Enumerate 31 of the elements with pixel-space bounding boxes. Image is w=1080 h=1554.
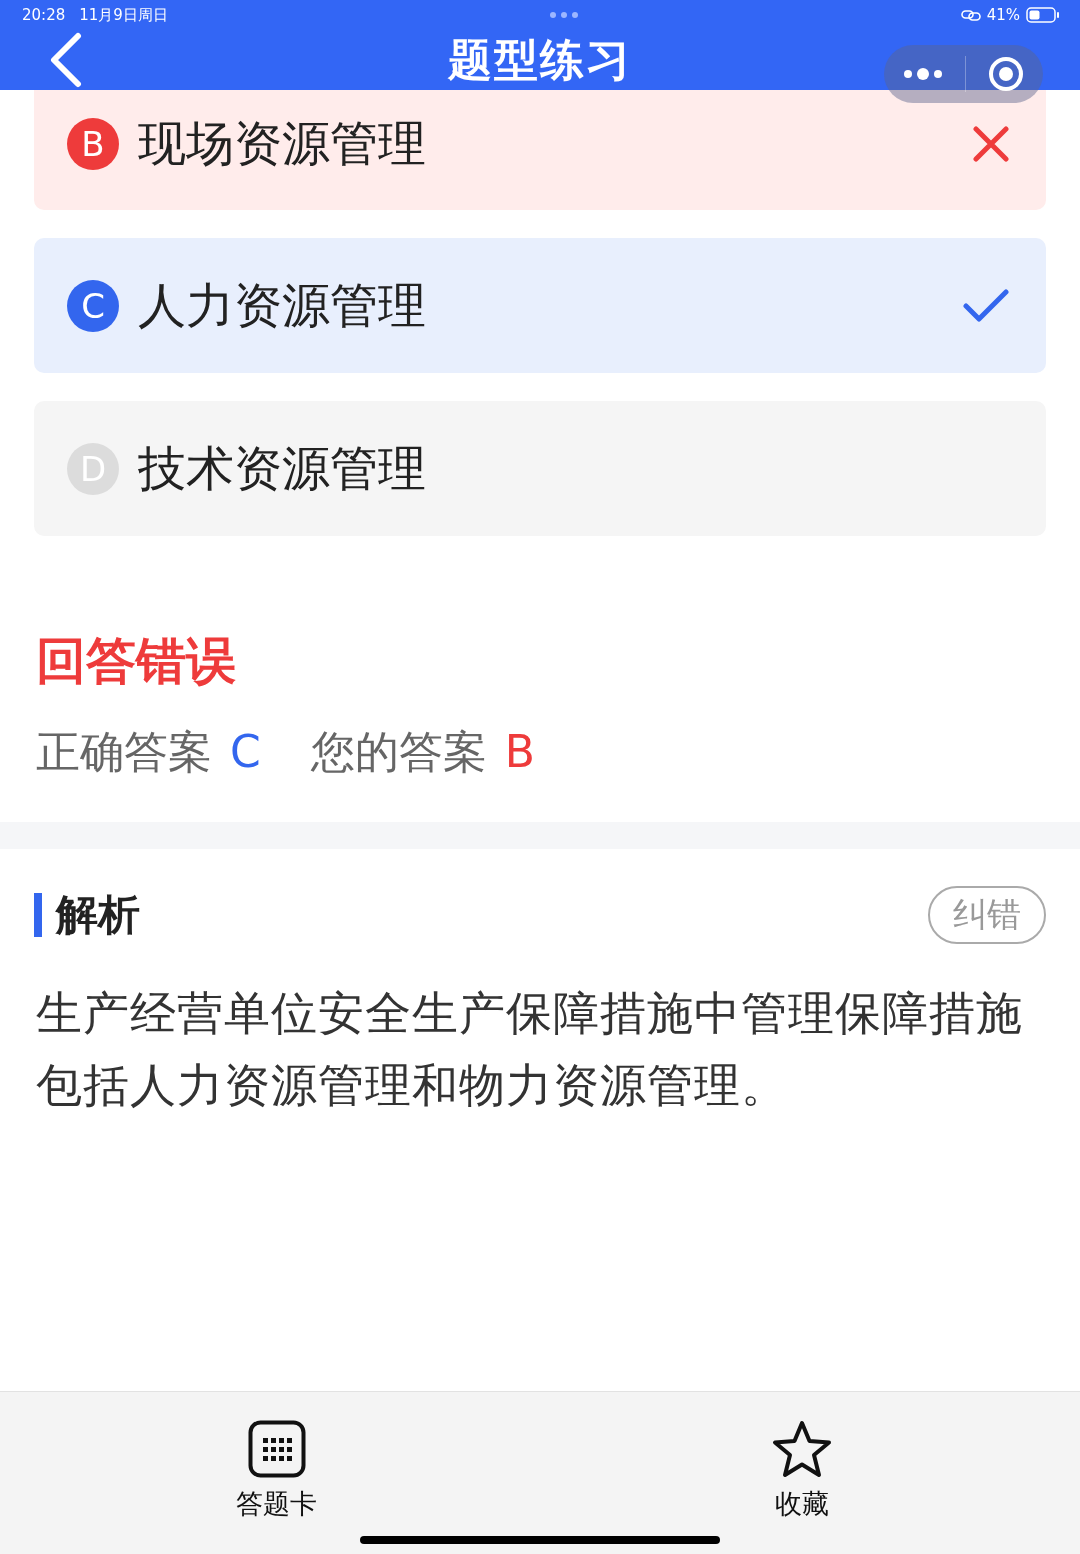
page-title: 题型练习 [448,32,632,87]
cross-icon [973,126,1009,162]
your-answer-value: B [504,726,535,777]
battery-icon [1026,7,1060,23]
option-text: 现场资源管理 [138,114,427,173]
toolbar-button[interactable]: 收藏 [772,1420,832,1522]
status-time: 20:28 [22,5,66,25]
more-dots-icon [549,11,580,19]
checkmark-icon [963,288,1009,323]
battery-percent: 41% [986,6,1020,24]
analysis-heading: 解析 [56,889,141,941]
option-card[interactable]: C 人力资源管理 [34,238,1046,373]
more-icon[interactable] [903,67,943,81]
star-icon [772,1420,832,1478]
link-icon [960,9,981,21]
toolbar-button[interactable]: 答题卡 [236,1420,317,1522]
correct-answer-label: 正确答案 [36,725,212,779]
accent-bar [34,893,42,937]
option-letter: B [67,118,119,170]
close-target-icon[interactable] [988,56,1024,92]
option-letter: C [67,279,119,332]
status-date: 11月9日周日 [79,5,168,25]
your-answer-label: 您的答案 [310,725,487,779]
grid-icon [247,1420,306,1478]
option-text: 技术资源管理 [138,438,427,498]
analysis-text: 生产经营单位安全生产保障措施中管理保障措施包括人力资源管理和物力资源管理。 [36,985,1024,1114]
back-icon[interactable] [48,32,84,88]
option-card[interactable]: B 现场资源管理 [34,90,1046,210]
correct-answer-value: C [230,726,261,777]
result-heading: 回答错误 [36,631,237,692]
option-text: 人力资源管理 [138,275,427,335]
